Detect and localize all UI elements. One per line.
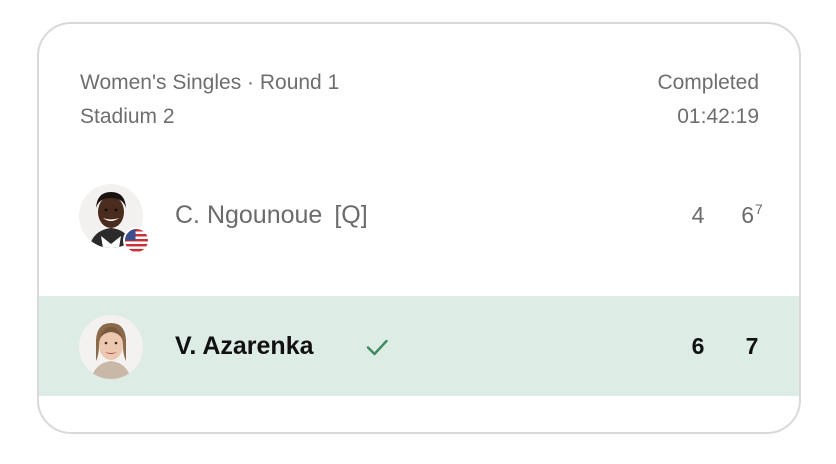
player-name-label: V. Azarenka — [175, 332, 314, 360]
status-label: Completed — [657, 71, 759, 94]
player-name[interactable]: V. Azarenka — [175, 331, 314, 361]
set-2-games: 6 — [741, 202, 754, 228]
match-info: Women's Singles · Round 1 Stadium 2 — [80, 70, 339, 138]
player-name[interactable]: C. Ngounoue [Q] — [175, 200, 368, 230]
avatar — [79, 315, 143, 379]
qualifier-badge: [Q] — [334, 201, 368, 229]
match-card[interactable]: Women's Singles · Round 1 Stadium 2 Comp… — [37, 22, 801, 434]
us-flag-icon — [123, 227, 150, 254]
set-2-score: 7 — [745, 333, 759, 359]
tiebreak-score: 7 — [755, 201, 763, 217]
event-round-label: Women's Singles · Round 1 — [80, 71, 340, 94]
duration-label: 01:42:19 — [677, 105, 759, 128]
player-name-label: C. Ngounoue — [175, 201, 323, 229]
match-status: Completed 01:42:19 — [657, 70, 759, 138]
player-row-azarenka[interactable]: V. Azarenka 6 7 — [39, 296, 799, 396]
set-2-score: 67 — [737, 200, 767, 230]
set-1-score: 6 — [691, 333, 705, 359]
court-label: Stadium 2 — [80, 105, 175, 128]
avatar — [79, 184, 150, 254]
player-photo-azarenka — [79, 315, 143, 379]
player-row-ngounoue[interactable]: C. Ngounoue [Q] 4 67 — [39, 165, 799, 265]
winner-check-icon — [366, 339, 388, 356]
set-1-score: 4 — [691, 202, 705, 228]
